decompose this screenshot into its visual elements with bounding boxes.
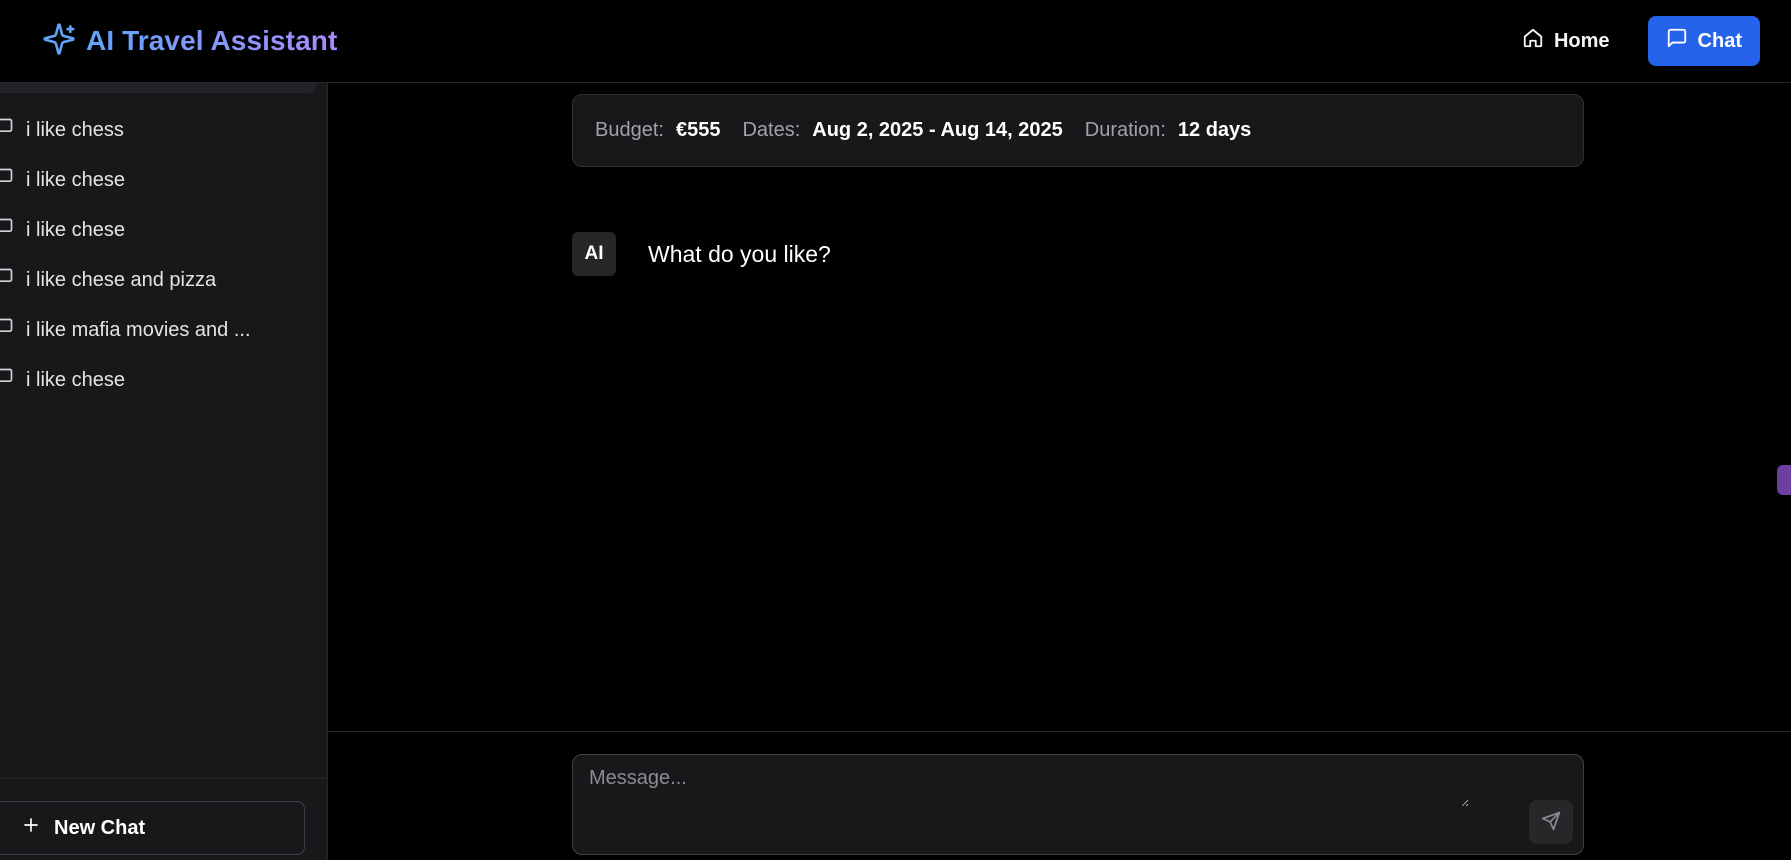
sparkles-icon [42, 22, 76, 61]
budget-value: €555 [675, 119, 721, 141]
chat-main: Budget: €555 Dates: Aug 2, 2025 - Aug 14… [328, 83, 1791, 860]
conversation-label: i like chese [26, 168, 125, 191]
ai-message: AI What do you like? [572, 232, 831, 276]
home-icon [1522, 27, 1544, 55]
composer-area [328, 731, 1791, 860]
conversation-item[interactable]: i like chess [0, 105, 328, 155]
duration-label: Duration: [1084, 119, 1166, 141]
ai-avatar: AI [572, 232, 616, 276]
trip-dates: Dates: Aug 2, 2025 - Aug 14, 2025 [742, 119, 1062, 142]
conversation-label: i like chese [26, 368, 125, 391]
duration-value: 12 days [1177, 119, 1252, 141]
side-feedback-tab[interactable] [1777, 465, 1791, 495]
new-chat-label: New Chat [54, 816, 146, 839]
message-square-icon [0, 267, 14, 293]
conversation-label: i like chess [26, 118, 124, 141]
conversation-label: i like mafia movies and ... [26, 318, 251, 341]
top-header: AI Travel Assistant Home Chat [0, 0, 1791, 83]
top-nav: Home Chat [1504, 16, 1760, 66]
conversation-label: i like chese and pizza [26, 268, 217, 291]
nav-chat-button[interactable]: Chat [1647, 16, 1760, 66]
conversation-item[interactable]: i like chese [0, 205, 328, 255]
send-button[interactable] [1529, 800, 1573, 844]
brand[interactable]: AI Travel Assistant [42, 22, 337, 61]
new-chat-button[interactable]: New Chat [0, 801, 305, 855]
dates-value: Aug 2, 2025 - Aug 14, 2025 [812, 119, 1063, 141]
message-input[interactable] [589, 767, 1469, 807]
message-square-icon [0, 217, 14, 243]
conversation-item[interactable]: i like chese [0, 155, 328, 205]
plus-icon [22, 816, 40, 840]
budget-label: Budget: [595, 119, 664, 141]
sidebar-footer: New Chat [0, 778, 327, 860]
conversation-item[interactable]: i like chese [0, 355, 328, 405]
conversation-item[interactable]: i like mafia movies and ... [0, 305, 328, 355]
trip-duration: Duration: 12 days [1085, 119, 1252, 142]
active-conversation-edge[interactable] [0, 83, 316, 93]
message-square-icon [1666, 27, 1688, 55]
dates-label: Dates: [742, 119, 801, 141]
message-square-icon [0, 317, 14, 343]
nav-home-label: Home [1553, 29, 1610, 52]
message-square-icon [0, 367, 14, 393]
message-text: What do you like? [648, 240, 831, 267]
app-root: AI Travel Assistant Home Chat i like che… [0, 0, 1791, 860]
trip-summary-card: Budget: €555 Dates: Aug 2, 2025 - Aug 14… [572, 94, 1584, 167]
app-title: AI Travel Assistant [86, 25, 338, 56]
nav-home-link[interactable]: Home [1504, 16, 1628, 66]
conversation-item[interactable]: i like chese and pizza [0, 255, 328, 305]
conversation-label: i like chese [26, 218, 125, 241]
message-square-icon [0, 167, 14, 193]
conversation-sidebar: i like chess i like chese i like chese i li… [0, 83, 328, 860]
nav-chat-label: Chat [1697, 29, 1742, 52]
message-square-icon [0, 117, 14, 143]
send-icon [1541, 811, 1561, 834]
trip-budget: Budget: €555 [595, 119, 720, 142]
message-composer [572, 754, 1584, 855]
conversation-list: i like chess i like chese i like chese i li… [0, 105, 328, 405]
